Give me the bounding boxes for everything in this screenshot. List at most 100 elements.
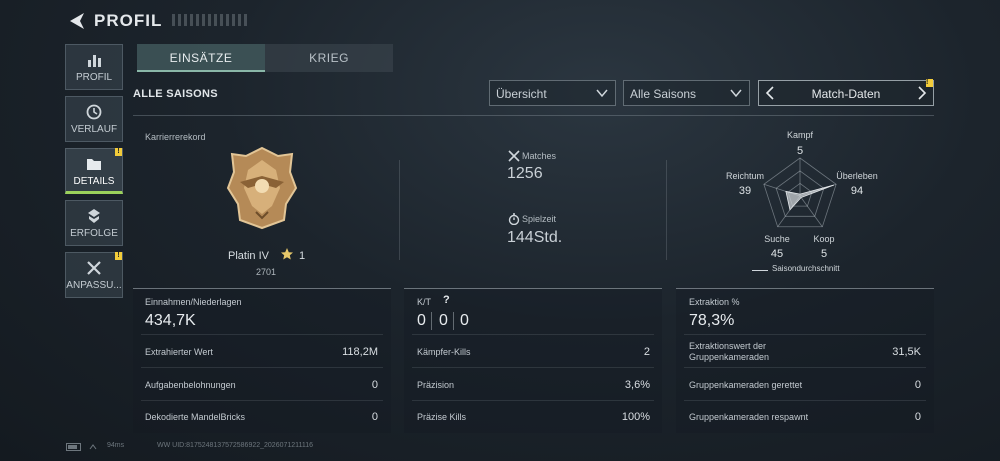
sidebar-item-details[interactable]: DETAILS ! <box>65 148 123 194</box>
row-label: Präzision <box>417 380 455 390</box>
row-value: 3,6% <box>624 379 650 391</box>
legend-line <box>752 270 768 271</box>
star-icon <box>281 248 293 260</box>
sidebar-item-anpassung[interactable]: ANPASSU... ! <box>65 252 123 298</box>
row-value: 100% <box>621 411 650 423</box>
time-value: 144Std. <box>507 229 563 246</box>
row-label: Kämpfer-Kills <box>417 347 471 357</box>
season-dropdown-value: Alle Saisons <box>630 87 697 101</box>
sidebar-item-label: PROFIL <box>75 72 113 83</box>
divider <box>412 334 654 335</box>
tools-icon <box>87 261 101 275</box>
match-data-label: Match-Daten <box>811 87 881 101</box>
bar-chart-icon <box>88 55 101 67</box>
radar-value-kampf: 5 <box>796 145 804 157</box>
divider <box>453 312 454 330</box>
rank-name: Platin IV <box>228 250 269 262</box>
panel-head: K/T <box>417 297 432 307</box>
row-label: Präzise Kills <box>417 412 467 422</box>
radar-chart <box>763 157 837 228</box>
row-label: Gruppenkameraden gerettet <box>689 380 803 390</box>
back-arrow-icon[interactable] <box>66 10 88 32</box>
panel-big-value: 434,7K <box>145 312 196 329</box>
sidebar-item-label: ERFOLGE <box>70 228 118 239</box>
notification-badge-icon: ! <box>926 79 933 87</box>
rank-points: 2701 <box>256 267 277 277</box>
kd-value: 0 <box>460 312 469 329</box>
page-title: PROFIL <box>94 11 163 30</box>
divider <box>399 160 400 260</box>
crossed-swords-icon <box>508 150 520 162</box>
sidebar-item-label: VERLAUF <box>70 124 118 135</box>
divider <box>684 367 926 368</box>
divider <box>412 367 654 368</box>
radar-legend: Saisondurchschnitt <box>772 264 840 273</box>
divider <box>141 334 383 335</box>
chevron-down-icon <box>730 89 742 98</box>
sidebar-item-verlauf[interactable]: VERLAUF <box>65 96 123 142</box>
view-dropdown-value: Übersicht <box>496 87 547 101</box>
ping-readout: 94ms <box>107 442 125 449</box>
history-icon <box>86 104 102 120</box>
divider <box>684 334 926 335</box>
radar-label-koop: Koop <box>813 234 835 244</box>
panel-head: Extraktion % <box>689 297 740 307</box>
title-decoration <box>172 14 250 26</box>
row-value: 0 <box>914 411 921 423</box>
rank-stars: 1 <box>299 250 306 262</box>
divider <box>141 400 383 401</box>
rank-medal-icon <box>226 146 298 230</box>
tab-krieg[interactable]: KRIEG <box>265 44 393 72</box>
radar-value-suche: 45 <box>770 248 784 260</box>
radar-axis-line <box>799 195 823 227</box>
row-value: 0 <box>914 379 921 391</box>
battery-icon <box>66 443 97 451</box>
divider <box>141 367 383 368</box>
tab-einsaetze[interactable]: EINSÄTZE <box>137 44 265 72</box>
notification-badge-icon: ! <box>115 148 122 156</box>
sidebar-item-label: DETAILS <box>73 176 115 187</box>
row-label: Gruppenkameraden respawnt <box>689 412 809 422</box>
sidebar-item-label: ANPASSU... <box>66 280 122 291</box>
divider <box>666 160 667 260</box>
divider <box>431 312 432 330</box>
folder-icon <box>87 159 101 170</box>
help-icon[interactable]: ? <box>443 294 450 306</box>
sidebar-item-erfolge[interactable]: ERFOLGE <box>65 200 123 246</box>
row-value: 0 <box>371 411 378 423</box>
divider <box>684 400 926 401</box>
career-label: Karrierrerekord <box>145 132 206 142</box>
radar-value-reichtum: 39 <box>738 185 752 197</box>
chevron-down-icon <box>596 89 608 98</box>
season-dropdown[interactable]: Alle Saisons <box>623 80 750 106</box>
row-value: 118,2M <box>342 346 378 358</box>
sidebar-item-profil[interactable]: PROFIL <box>65 44 123 90</box>
row-value: 0 <box>371 379 378 391</box>
kd-value: 0 <box>439 312 448 329</box>
radar-value-ueberleben: 94 <box>850 185 864 197</box>
section-label: ALLE SAISONS <box>133 88 218 100</box>
matches-value: 1256 <box>507 165 543 182</box>
panel-head: Einnahmen/Niederlagen <box>145 297 242 307</box>
view-dropdown[interactable]: Übersicht <box>489 80 616 106</box>
row-label: Aufgabenbelohnungen <box>145 380 236 390</box>
match-data-selector: Match-Daten <box>758 80 934 106</box>
row-value: 31,5K <box>892 346 921 358</box>
row-value: 2 <box>643 346 650 358</box>
row-label: Extrahierter Wert <box>145 347 213 357</box>
divider <box>412 400 654 401</box>
chevron-right-icon[interactable] <box>915 85 929 101</box>
divider <box>133 115 934 116</box>
radar-label-suche: Suche <box>764 234 790 244</box>
achievement-icon <box>88 209 100 223</box>
time-label: Spielzeit <box>522 214 557 224</box>
stopwatch-icon <box>508 213 520 225</box>
radar-label-reichtum: Reichtum <box>725 171 764 181</box>
matches-label: Matches <box>522 151 557 161</box>
notification-badge-icon: ! <box>115 252 122 260</box>
row-label: Extraktionswert der Gruppenkameraden <box>689 341 770 362</box>
radar-value-koop: 5 <box>820 248 828 260</box>
radar-label-ueberleben: Überleben <box>836 171 878 181</box>
uid-footer: WW UID:8175248137572586922_2026071211116 <box>157 442 314 449</box>
radar-label-kampf: Kampf <box>786 130 813 140</box>
